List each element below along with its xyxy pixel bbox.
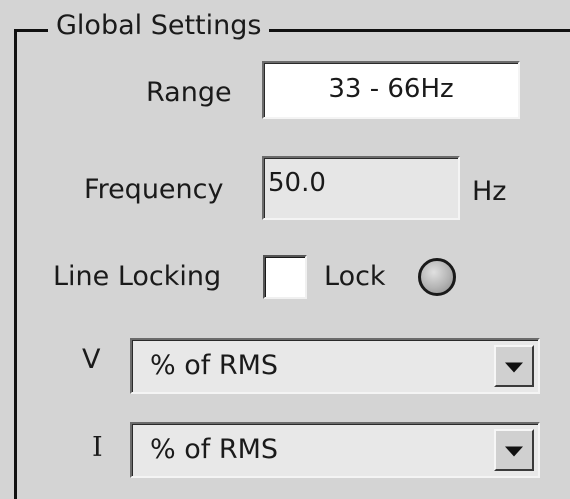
frequency-unit: Hz [472,176,507,207]
chevron-down-icon [505,362,523,373]
i-dropdown-button[interactable] [494,429,534,471]
v-scale-value: % of RMS [150,350,279,381]
frequency-label: Frequency [84,174,224,205]
v-dropdown-button[interactable] [494,345,534,387]
lock-indicator-icon [418,258,456,296]
range-label: Range [146,77,232,108]
chevron-down-icon [505,446,523,457]
range-readout: 33 - 66Hz [262,61,520,119]
i-scale-select[interactable]: % of RMS [130,422,540,478]
i-label: I [92,432,103,463]
lock-label: Lock [324,261,386,292]
v-scale-select[interactable]: % of RMS [130,338,540,394]
group-title: Global Settings [48,6,270,46]
i-scale-value: % of RMS [150,434,279,465]
v-label: V [82,344,101,375]
line-locking-checkbox[interactable] [263,255,307,299]
frequency-input[interactable]: 50.0 [262,156,460,220]
line-locking-label: Line Locking [53,261,222,292]
